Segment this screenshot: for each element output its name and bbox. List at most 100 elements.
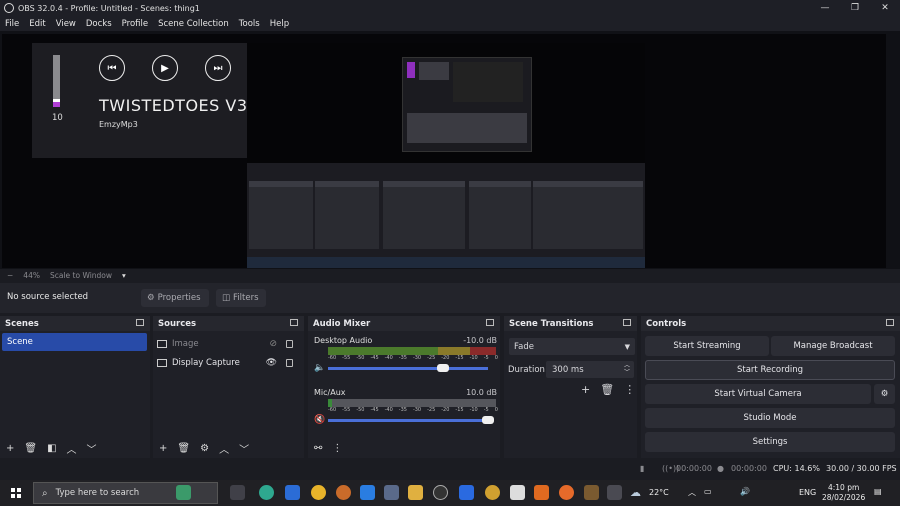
duration-input[interactable]: 300 ms ︿ ﹀ (546, 361, 634, 378)
lock-icon[interactable] (286, 359, 293, 367)
undock-icon[interactable] (886, 319, 894, 326)
nested-taskbar (247, 257, 645, 268)
more-options-icon[interactable]: ⋮ (624, 383, 635, 396)
menu-profile[interactable]: Profile (117, 19, 153, 29)
move-up-icon[interactable]: ︿ (219, 441, 229, 456)
edge-icon[interactable] (259, 485, 274, 500)
properties-button[interactable]: ⚙ Properties (141, 289, 209, 307)
chevron-down-icon[interactable]: ▾ (122, 271, 126, 280)
powershell-icon[interactable] (285, 485, 300, 500)
scale-mode[interactable]: Scale to Window (50, 271, 112, 280)
sources-dock: Sources Image ⊘ Display Capture 👁 + 🗑 ⚙ … (153, 316, 304, 458)
obs-icon[interactable] (433, 485, 448, 500)
more-options-icon[interactable]: ⋮ (332, 443, 342, 454)
capcut-icon[interactable] (510, 485, 525, 500)
speaker-icon[interactable]: 🔈 (314, 363, 325, 373)
eye-icon[interactable]: 👁 (266, 358, 277, 368)
previous-track-icon[interactable]: ⏮ (99, 55, 125, 81)
monitor-icon (157, 359, 167, 367)
preview-canvas[interactable]: 10 ⏮ ▶ ⏭ TWISTEDTOES V3 -... EmzyMp3 › (2, 34, 886, 268)
scenes-title: Scenes (5, 318, 39, 329)
volume-slider-handle[interactable] (482, 416, 494, 424)
menu-edit[interactable]: Edit (24, 19, 50, 29)
meter-tick-label: -55 (342, 355, 351, 361)
app-icon[interactable] (336, 485, 351, 500)
audio-mixer-toolbar: ⚯ ⋮ (308, 438, 500, 458)
manage-broadcast-button[interactable]: Manage Broadcast (771, 336, 895, 356)
volume-slider-handle[interactable] (437, 364, 450, 372)
close-icon[interactable]: ✕ (870, 0, 900, 16)
language-indicator[interactable]: ENG (799, 488, 816, 497)
notification-icon[interactable]: ▤ (874, 487, 882, 496)
gear-icon[interactable]: ⚙ (200, 443, 209, 454)
link-gear-icon[interactable]: ⚯ (314, 443, 322, 454)
menu-docks[interactable]: Docks (81, 19, 117, 29)
volume-slider[interactable] (328, 367, 488, 370)
settings-button[interactable]: Settings (645, 432, 895, 452)
scene-item[interactable]: Scene (2, 333, 147, 351)
app-icon[interactable] (311, 485, 326, 500)
add-icon[interactable]: + (159, 443, 167, 454)
trash-icon[interactable]: 🗑 (177, 443, 190, 454)
filter-icon: ◫ (222, 293, 231, 303)
move-down-icon[interactable]: ﹀ (87, 441, 97, 456)
taskbar-clock[interactable]: 4:10 pm 28/02/2026 (822, 483, 865, 503)
app-icon[interactable] (534, 485, 549, 500)
source-item[interactable]: Display Capture 👁 (157, 354, 297, 372)
menu-help[interactable]: Help (265, 19, 294, 29)
menu-tools[interactable]: Tools (234, 19, 265, 29)
meter-tick-label: -5 (483, 407, 489, 413)
search-highlight-icon[interactable] (176, 485, 191, 500)
volume-slider[interactable] (328, 419, 488, 422)
virtual-camera-settings-button[interactable]: ⚙ (874, 384, 895, 404)
move-up-icon[interactable]: ︿ (67, 441, 77, 456)
trash-icon[interactable]: 🗑 (24, 443, 37, 454)
undock-icon[interactable] (623, 319, 631, 326)
studio-mode-button[interactable]: Studio Mode (645, 408, 895, 428)
vscode-icon[interactable] (360, 485, 375, 500)
zoom-out-button[interactable]: − (7, 271, 13, 280)
transition-select[interactable]: Fade ▼ (509, 338, 635, 355)
windows-start-icon[interactable] (11, 488, 21, 498)
chevron-up-icon[interactable]: ︿ (688, 487, 696, 498)
start-virtual-camera-button[interactable]: Start Virtual Camera (645, 384, 871, 404)
start-streaming-button[interactable]: Start Streaming (645, 336, 769, 356)
menu-view[interactable]: View (51, 19, 81, 29)
source-item[interactable]: Image ⊘ (157, 335, 297, 353)
next-track-icon[interactable]: ⏭ (205, 55, 231, 81)
undock-icon[interactable] (290, 319, 298, 326)
muted-speaker-icon[interactable]: 🔇 (314, 415, 325, 425)
add-icon[interactable]: + (581, 383, 590, 396)
eye-hidden-icon[interactable]: ⊘ (269, 339, 277, 349)
menu-file[interactable]: File (0, 19, 24, 29)
app-icon[interactable] (607, 485, 622, 500)
battery-icon[interactable]: ▭ (704, 487, 712, 496)
volume-icon[interactable]: 🔊 (740, 487, 750, 496)
undock-icon[interactable] (136, 319, 144, 326)
filter-icon[interactable]: ◧ (47, 443, 56, 454)
spinner-icon[interactable]: ︿ ﹀ (624, 362, 630, 376)
start-recording-button[interactable]: Start Recording (645, 360, 895, 380)
filters-button[interactable]: ◫ Filters (216, 289, 266, 307)
lock-icon[interactable] (286, 340, 293, 348)
app-icon[interactable] (384, 485, 399, 500)
blender-icon[interactable] (559, 485, 574, 500)
add-icon[interactable]: + (6, 443, 14, 454)
file-explorer-icon[interactable] (408, 485, 423, 500)
app-icon[interactable] (485, 485, 500, 500)
undock-icon[interactable] (486, 319, 494, 326)
meter-tick-label: -20 (441, 407, 450, 413)
meter-tick-label: -35 (398, 407, 407, 413)
play-icon[interactable]: ▶ (152, 55, 178, 81)
davinci-icon[interactable] (584, 485, 599, 500)
move-down-icon[interactable]: ﹀ (239, 441, 249, 456)
track-name: Desktop Audio (314, 336, 373, 345)
minimize-icon[interactable]: — (810, 0, 840, 16)
trash-icon[interactable]: 🗑 (600, 383, 614, 396)
task-view-icon[interactable] (230, 485, 245, 500)
maximize-icon[interactable]: ❐ (840, 0, 870, 16)
source-name: Display Capture (172, 358, 240, 368)
app-icon[interactable] (459, 485, 474, 500)
menu-scene-collection[interactable]: Scene Collection (153, 19, 234, 29)
weather-temp[interactable]: 22°C (649, 488, 669, 497)
